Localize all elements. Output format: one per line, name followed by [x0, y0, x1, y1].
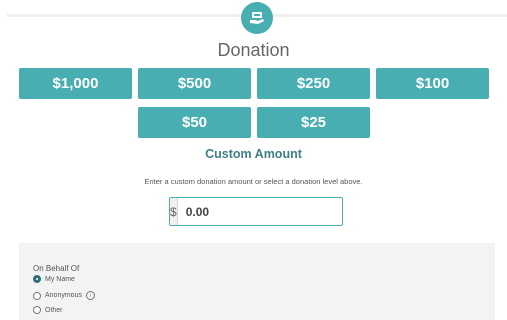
- radio-button[interactable]: [33, 291, 41, 300]
- custom-amount-input[interactable]: [177, 198, 348, 225]
- currency-symbol: $: [170, 198, 178, 225]
- on-behalf-label: On Behalf Of: [33, 264, 80, 273]
- amount-button-250[interactable]: $250: [257, 68, 370, 99]
- amount-button-1000[interactable]: $1,000: [19, 68, 132, 99]
- on-behalf-panel: On Behalf Of My Name Anonymous i Other: [19, 243, 495, 320]
- radio-label-other: Other: [45, 306, 63, 314]
- radio-label-my-name: My Name: [45, 275, 75, 283]
- donation-hand-icon: [241, 2, 273, 34]
- radio-my-name[interactable]: My Name: [33, 275, 75, 283]
- amount-button-25[interactable]: $25: [257, 107, 370, 138]
- custom-amount-field: $: [169, 197, 348, 226]
- amount-button-50[interactable]: $50: [138, 107, 251, 138]
- radio-button-selected[interactable]: [33, 275, 41, 283]
- custom-amount-heading: Custom Amount: [205, 147, 302, 161]
- radio-label-anonymous: Anonymous: [45, 292, 82, 299]
- radio-other[interactable]: Other: [33, 306, 63, 314]
- amount-button-500[interactable]: $500: [138, 68, 251, 99]
- amount-button-100[interactable]: $100: [376, 68, 489, 99]
- custom-amount-description: Enter a custom donation amount or select…: [144, 177, 363, 186]
- radio-anonymous[interactable]: Anonymous i: [33, 291, 95, 300]
- page-title: Donation: [217, 40, 290, 60]
- info-icon[interactable]: i: [85, 291, 95, 300]
- radio-button[interactable]: [33, 306, 41, 314]
